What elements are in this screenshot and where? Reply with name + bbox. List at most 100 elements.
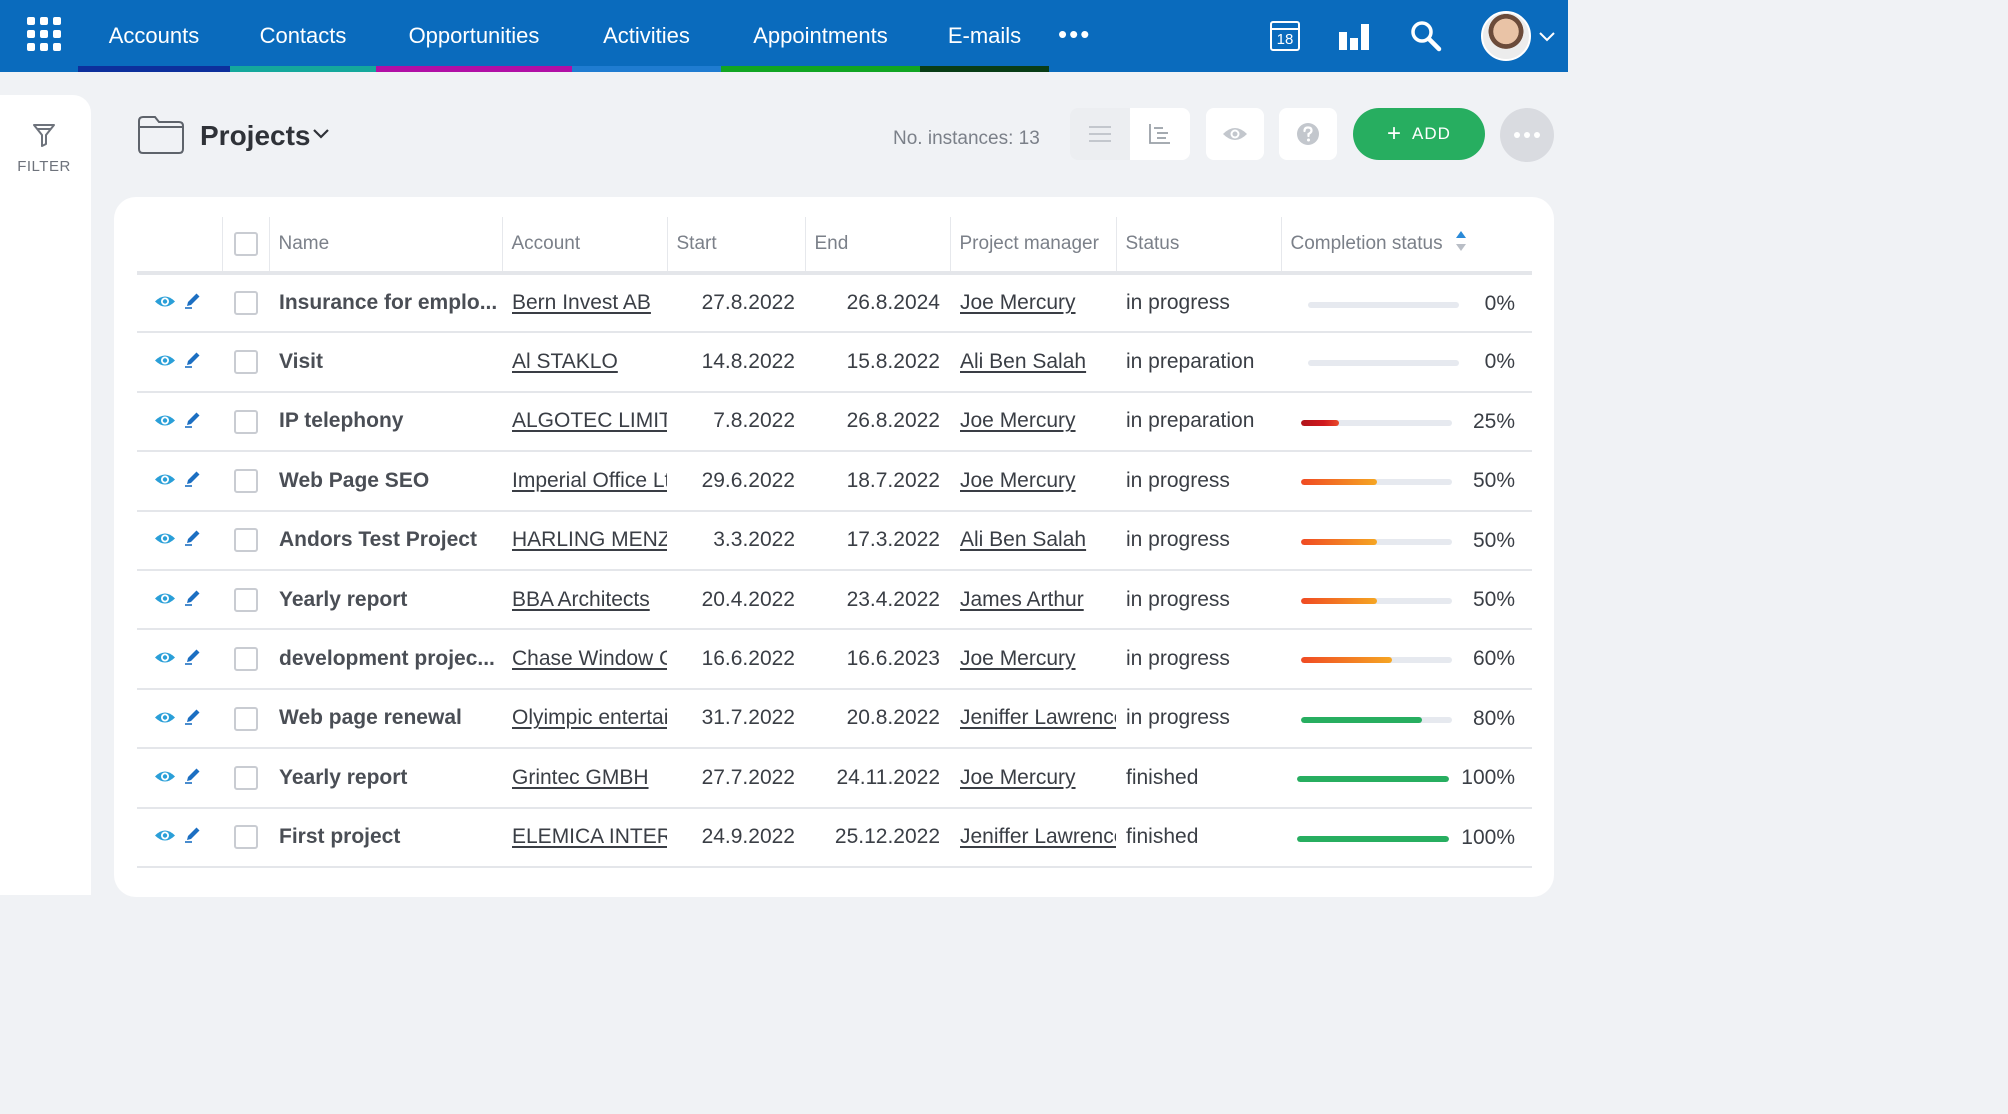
project-manager-link[interactable]: Jeniffer Lawrence	[960, 825, 1116, 848]
eye-icon[interactable]	[154, 707, 176, 731]
help-button[interactable]	[1279, 108, 1337, 160]
project-name[interactable]: First project	[269, 807, 502, 868]
row-checkbox[interactable]	[233, 291, 258, 316]
chevron-down-icon[interactable]	[1539, 26, 1555, 47]
row-checkbox[interactable]	[233, 409, 258, 434]
row-checkbox[interactable]	[233, 766, 258, 791]
project-manager-link[interactable]: Ali Ben Salah	[960, 528, 1086, 551]
nav-appointments[interactable]: Appointments	[721, 0, 920, 72]
pencil-icon[interactable]	[184, 825, 202, 849]
project-manager-link[interactable]: Joe Mercury	[960, 766, 1076, 789]
table-row[interactable]: development projec... Chase Window Co. 1…	[137, 629, 1532, 690]
table-row[interactable]: Yearly report Grintec GMBH 27.7.2022 24.…	[137, 748, 1532, 809]
row-checkbox[interactable]	[233, 587, 258, 612]
project-name[interactable]: Web Page SEO	[269, 451, 502, 512]
project-name[interactable]: Yearly report	[269, 748, 502, 809]
project-name[interactable]: Andors Test Project	[269, 510, 502, 571]
project-name[interactable]: Insurance for emplo...	[269, 273, 502, 334]
column-header-project-manager[interactable]: Project manager	[950, 217, 1117, 275]
row-checkbox[interactable]	[233, 825, 258, 850]
account-link[interactable]: Bern Invest AB	[512, 291, 651, 314]
project-manager-link[interactable]: Joe Mercury	[960, 409, 1076, 432]
eye-icon[interactable]	[154, 588, 176, 612]
row-checkbox[interactable]	[233, 469, 258, 494]
eye-icon[interactable]	[154, 350, 176, 374]
pencil-icon[interactable]	[184, 588, 202, 612]
more-options-button[interactable]	[1500, 108, 1554, 162]
table-row[interactable]: Yearly report BBA Architects 20.4.2022 2…	[137, 569, 1532, 631]
account-link[interactable]: Olyimpic entertainment	[512, 706, 667, 729]
project-manager-link[interactable]: James Arthur	[960, 588, 1084, 611]
table-row[interactable]: IP telephony ALGOTEC LIMITED 7.8.2022 26…	[137, 391, 1532, 453]
pencil-icon[interactable]	[184, 707, 202, 731]
pencil-icon[interactable]	[184, 291, 202, 315]
avatar[interactable]	[1481, 11, 1531, 61]
pencil-icon[interactable]	[184, 350, 202, 374]
filter-button[interactable]: FILTER	[0, 123, 88, 175]
column-header-start[interactable]: Start	[667, 217, 806, 275]
project-name[interactable]: Web page renewal	[269, 688, 502, 750]
table-row[interactable]: Insurance for emplo... Bern Invest AB 27…	[137, 273, 1532, 334]
pencil-icon[interactable]	[184, 647, 202, 671]
account-link[interactable]: Imperial Office Ltd.	[512, 469, 667, 492]
table-row[interactable]: Andors Test Project HARLING MENZIES 3.3.…	[137, 510, 1532, 571]
project-manager-link[interactable]: Joe Mercury	[960, 291, 1076, 314]
nav-emails[interactable]: E-mails	[920, 0, 1049, 72]
table-row[interactable]: Visit Al STAKLO 14.8.2022 15.8.2022 Ali …	[137, 332, 1532, 393]
project-manager-link[interactable]: Joe Mercury	[960, 469, 1076, 492]
bar-chart-icon[interactable]	[1336, 0, 1372, 72]
eye-icon[interactable]	[154, 528, 176, 552]
pencil-icon[interactable]	[184, 528, 202, 552]
project-manager-link[interactable]: Joe Mercury	[960, 647, 1076, 670]
eye-icon[interactable]	[154, 766, 176, 790]
account-link[interactable]: ALGOTEC LIMITED	[512, 409, 667, 432]
account-link[interactable]: Al STAKLO	[512, 350, 618, 373]
account-link[interactable]: ELEMICA INTERNATIONAL	[512, 825, 667, 848]
account-link[interactable]: HARLING MENZIES	[512, 528, 667, 551]
pencil-icon[interactable]	[184, 469, 202, 493]
row-checkbox[interactable]	[233, 706, 258, 731]
eye-icon[interactable]	[154, 647, 176, 671]
pencil-icon[interactable]	[184, 766, 202, 790]
chevron-down-icon[interactable]	[312, 127, 330, 145]
row-checkbox[interactable]	[233, 647, 258, 672]
grid-apps-icon[interactable]	[27, 17, 61, 51]
table-row[interactable]: First project ELEMICA INTERNATIONAL 24.9…	[137, 807, 1532, 868]
nav-more-button[interactable]: •••	[1058, 21, 1091, 47]
nav-activities[interactable]: Activities	[572, 0, 721, 72]
user-menu[interactable]	[1478, 0, 1558, 72]
tree-view-button[interactable]	[1130, 108, 1190, 160]
account-link[interactable]: BBA Architects	[512, 588, 650, 611]
project-manager-link[interactable]: Ali Ben Salah	[960, 350, 1086, 373]
nav-contacts[interactable]: Contacts	[230, 0, 376, 72]
pencil-icon[interactable]	[184, 410, 202, 434]
column-header-name[interactable]: Name	[269, 217, 503, 275]
row-checkbox[interactable]	[233, 528, 258, 553]
column-header-status[interactable]: Status	[1116, 217, 1282, 275]
account-link[interactable]: Grintec GMBH	[512, 766, 649, 789]
eye-icon[interactable]	[154, 291, 176, 315]
column-header-completion-status[interactable]: Completion status	[1281, 217, 1532, 275]
select-all-checkbox[interactable]	[233, 232, 258, 256]
page-title[interactable]: Projects	[200, 120, 311, 152]
table-row[interactable]: Web Page SEO Imperial Office Ltd. 29.6.2…	[137, 451, 1532, 512]
account-link[interactable]: Chase Window Co.	[512, 647, 667, 670]
project-name[interactable]: Visit	[269, 332, 502, 393]
project-name[interactable]: IP telephony	[269, 391, 502, 453]
nav-accounts[interactable]: Accounts	[78, 0, 230, 72]
sort-icon[interactable]	[1455, 230, 1467, 258]
list-view-button[interactable]	[1070, 108, 1130, 160]
project-manager-link[interactable]: Jeniffer Lawrence	[960, 706, 1116, 729]
project-name[interactable]: development projec...	[269, 629, 502, 690]
add-button[interactable]: + ADD	[1353, 108, 1485, 160]
column-header-account[interactable]: Account	[502, 217, 668, 275]
row-checkbox[interactable]	[233, 350, 258, 375]
preview-button[interactable]	[1206, 108, 1264, 160]
project-name[interactable]: Yearly report	[269, 569, 502, 631]
column-header-end[interactable]: End	[805, 217, 951, 275]
eye-icon[interactable]	[154, 469, 176, 493]
eye-icon[interactable]	[154, 825, 176, 849]
nav-opportunities[interactable]: Opportunities	[376, 0, 572, 72]
table-row[interactable]: Web page renewal Olyimpic entertainment …	[137, 688, 1532, 750]
eye-icon[interactable]	[154, 410, 176, 434]
